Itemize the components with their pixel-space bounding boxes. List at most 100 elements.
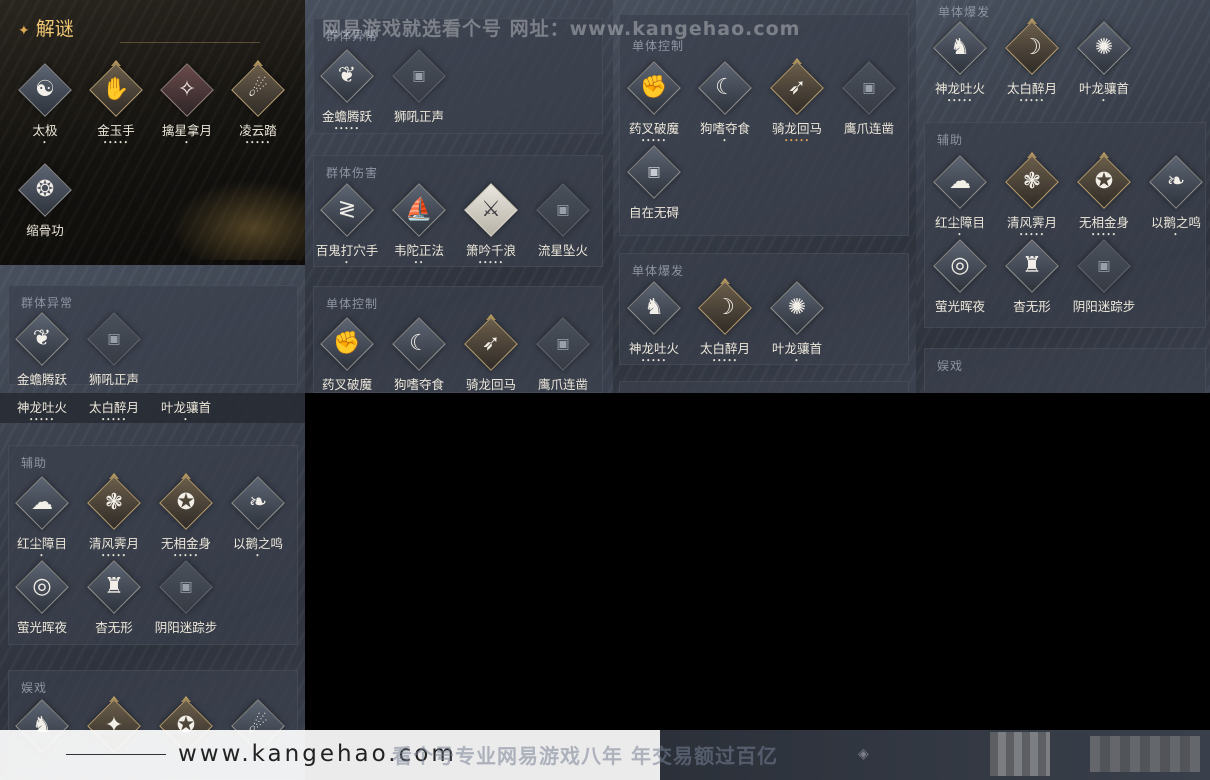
skill-name: 无相金身 [1078,215,1129,230]
jiemi-title-text: 解谜 [35,18,74,40]
skill-wuxiang-d[interactable]: ✪ 无相金身 ••••• [1068,152,1140,240]
panel-title: 群体伤害 [326,166,379,180]
skill-level-dots: ••••• [101,416,127,421]
pane-qunti: 群体异常 ❦ 金蟾腾跃 ••••• ▣ 狮吼正声 群体伤害 ≷ 百鬼打穴手 • … [305,0,613,393]
watermark-top: 网易游戏就选看个号 网址：www.kangehao.com [322,18,801,40]
skill-jinchan-e[interactable]: ❦ 金蟾腾跃 [6,312,78,388]
skill-name: 无相金身 [160,536,211,551]
skill-qingfeng-d[interactable]: ❃ 清风霁月 ••••• [996,152,1068,240]
lock-icon: ▣ [647,164,661,180]
skill-weituo[interactable]: ⛵ 韦陀正法 •• [383,183,455,268]
skill-yingzhao-c[interactable]: ▣ 鹰爪连凿 [833,61,905,137]
skill-name: 狮吼正声 [393,109,444,124]
hand-icon: ✋ [102,77,130,102]
skill-taibai-c[interactable]: ☽ 太白醉月 ••••• [689,278,761,366]
skill-yihe-d[interactable]: ❧ 以鹅之鸣 • [1140,155,1210,240]
skill-yinyang-e[interactable]: ▣ 阴阳迷踪步 [150,560,222,636]
leap-icon: ☄ [248,77,268,102]
skill-zizai[interactable]: ▣ 自在无碍 [618,145,690,221]
skill-qinxing[interactable]: ✧ 擒星拿月 • [151,63,223,148]
panel-title: 单体控制 [326,297,379,311]
skill-yelong-e[interactable]: 叶龙骧首 • [150,381,222,421]
skill-name: 以鹅之鸣 [1150,215,1201,230]
swirl-icon: ◎ [950,253,970,278]
panel-title: 辅助 [937,133,964,147]
skill-name: 鹰爪连凿 [537,377,588,392]
panel-title: 单体爆发 [938,5,991,19]
skill-yaocha-c[interactable]: ✊ 药叉破魔 ••••• [618,61,690,146]
skill-yingzhao[interactable]: ▣ 鹰爪连凿 [527,317,599,393]
skill-shihou-e[interactable]: ▣ 狮吼正声 [78,312,150,388]
skill-hongchen-e[interactable]: ☁ 红尘障目 • [6,476,78,561]
goose-icon: ❧ [248,490,268,515]
lock-icon: ▣ [862,80,876,96]
skill-yingguang-e[interactable]: ◎ 萤光晖夜 [6,560,78,636]
skill-qingfeng-e[interactable]: ❃ 清风霁月 ••••• [78,473,150,561]
skill-xiaoyin[interactable]: ⚔ 箫吟千浪 ••••• [455,183,527,268]
skill-name: 狗嗜夺食 [393,377,444,392]
skill-taiji[interactable]: ☯ 太极 • [9,63,81,148]
skill-level-dots: • [1173,231,1179,239]
skill-wuxiang-e[interactable]: ✪ 无相金身 ••••• [150,473,222,561]
skill-name: 凌云踏 [239,123,277,138]
moon-icon: ☽ [1022,35,1042,60]
title-divider [120,42,260,43]
skill-jinyushou[interactable]: ✋ 金玉手 ••••• [80,60,152,148]
wind-icon: ❃ [1022,169,1042,194]
skill-shenlong-c[interactable]: ♞ 神龙吐火 ••••• [618,281,690,366]
skill-goushi[interactable]: ☾ 狗嗜夺食 [383,317,455,393]
skill-lingyuntaa[interactable]: ☄ 凌云踏 ••••• [222,60,294,148]
skill-name: 神龙吐火 [934,81,985,96]
skill-yinyang-d[interactable]: ▣ 阴阳迷踪步 [1068,239,1140,315]
strike-icon: ≷ [337,197,357,222]
skill-level-dots: • [183,416,189,421]
skill-name: 杳无形 [95,620,133,635]
skill-name: 清风霁月 [88,536,139,551]
skill-goushi-c[interactable]: ☾ 狗嗜夺食 • [689,61,761,146]
lock-icon: ▣ [556,336,570,352]
skill-yelong-c[interactable]: ✺ 叶龙骧首 • [761,281,833,366]
skill-yelong-d[interactable]: ✺ 叶龙骧首 • [1068,21,1140,106]
skill-liuxing[interactable]: ▣ 流星坠火 [527,183,599,259]
skill-qilong-c[interactable]: ➶ 骑龙回马 ••••• [761,58,833,146]
skill-level-dots: ••••• [641,357,667,365]
skill-level-dots: ••••• [947,97,973,105]
lock-icon: ▣ [107,331,121,347]
body-icon: ❂ [35,177,55,202]
slash-icon: ☾ [715,75,735,100]
skill-qilong[interactable]: ➶ 骑龙回马 [455,314,527,393]
pane-fuzhu-right: 单体爆发 ♞ 神龙吐火 ••••• ☽ 太白醉月 ••••• ✺ 叶龙骧首 • … [916,0,1210,393]
skill-baigui[interactable]: ≷ 百鬼打穴手 • [311,183,383,268]
skill-level-dots: •• [413,259,425,267]
skill-suogugong[interactable]: ❂ 缩骨功 [9,163,81,239]
skill-level-dots: • [255,552,261,560]
shadow-icon: ♜ [1022,253,1042,278]
skill-yaowuxing-e[interactable]: ♜ 杳无形 [78,560,150,636]
skill-name: 叶龙骧首 [160,400,211,415]
skill-hongchen-d[interactable]: ☁ 红尘障目 • [924,155,996,240]
kick-icon: ✺ [1094,35,1114,60]
skill-yingguang-d[interactable]: ◎ 萤光晖夜 [924,239,996,315]
fist-icon: ✊ [640,75,668,100]
skill-name: 太白醉月 [88,400,139,415]
jiemi-title: ✦ 解谜 [18,14,74,41]
skill-name: 叶龙骧首 [1078,81,1129,96]
skill-shihou[interactable]: ▣ 狮吼正声 [383,49,455,125]
skill-jinchan[interactable]: ❦ 金蟾腾跃 ••••• [311,49,383,134]
monk-icon: ✪ [1094,169,1114,194]
skill-shenlong-d[interactable]: ♞ 神龙吐火 ••••• [924,21,996,106]
skill-name: 萤光晖夜 [16,620,67,635]
skill-taibai-d[interactable]: ☽ 太白醉月 ••••• [996,18,1068,106]
skill-level-dots: ••••• [245,139,271,147]
skill-shenlong-e[interactable]: 神龙吐火 ••••• [6,381,78,421]
skill-yihe-e[interactable]: ❧ 以鹅之鸣 • [222,476,294,561]
panel-title: 群体异常 [21,296,74,310]
skill-yaowuxing-d[interactable]: ♜ 杳无形 [996,239,1068,315]
skill-yaocha[interactable]: ✊ 药叉破魔 [311,317,383,393]
skill-name: 太极 [32,123,58,138]
boat-icon: ⛵ [405,197,433,222]
skill-name: 红尘障目 [16,536,67,551]
panel-title: 单体爆发 [632,264,685,278]
skill-level-dots: ••••• [712,357,738,365]
skill-taibai-e[interactable]: 太白醉月 ••••• [78,381,150,421]
